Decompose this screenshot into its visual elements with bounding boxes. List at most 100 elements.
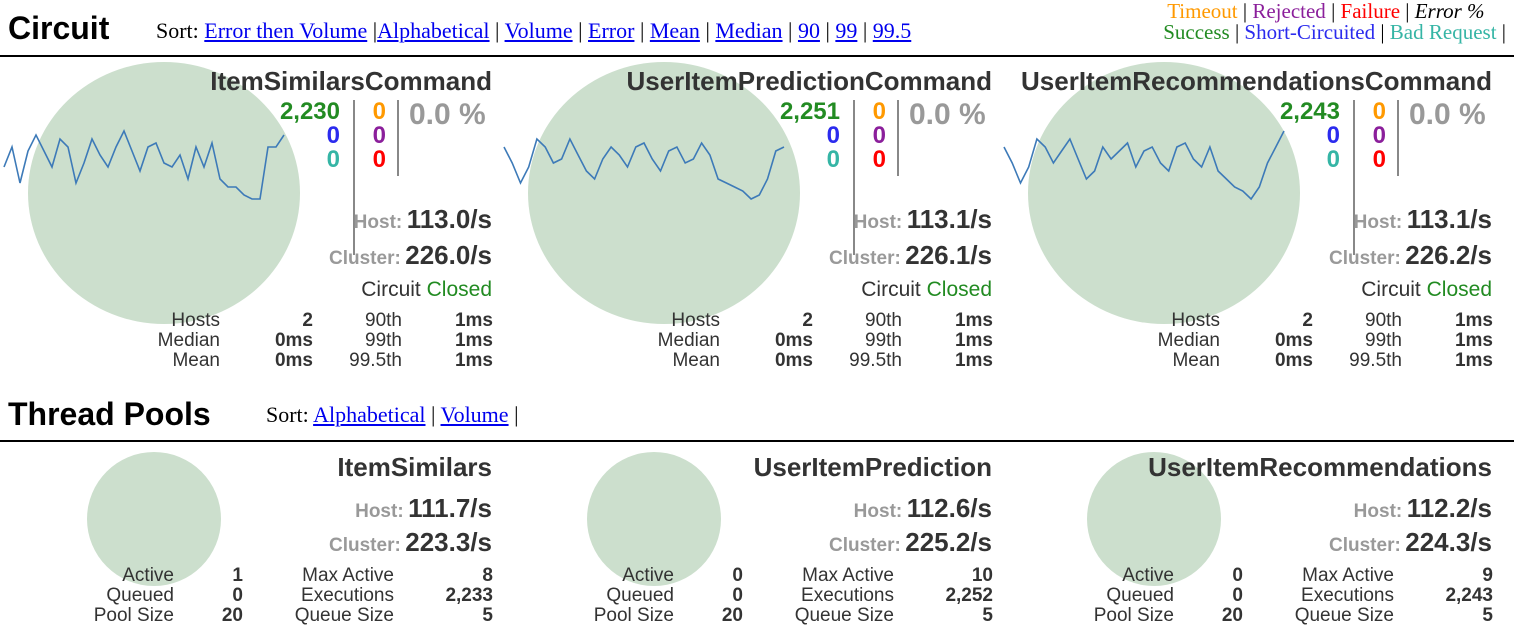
circuit-sort-bar: Sort: Error then Volume |Alphabetical | … [156, 20, 911, 42]
cluster-label: Cluster: [1329, 248, 1401, 269]
separator: | [1380, 20, 1385, 44]
queue-size-label: Queue Size [794, 605, 894, 626]
sort-alphabetical-link[interactable]: Alphabetical [377, 18, 489, 43]
cluster-label: Cluster: [1329, 535, 1401, 556]
cluster-label: Cluster: [829, 248, 901, 269]
success-short-bad-counts: 2,243 0 0 [1242, 100, 1340, 172]
pool-name: UserItemRecommendations [1148, 452, 1492, 482]
median-label: Median [1157, 330, 1220, 351]
queued-label: Queued [106, 585, 174, 606]
circuit-name: ItemSimilarsCommand [210, 66, 492, 96]
cluster-label: Cluster: [329, 535, 401, 556]
circuit-state: Closed [926, 278, 992, 301]
cluster-rate: Cluster: 226.1/s [829, 240, 992, 271]
p90-label: 90th [1365, 310, 1402, 331]
error-percentage: 0.0 % [909, 98, 986, 131]
max-active-label: Max Active [1302, 565, 1394, 586]
success-count: 2,243 [1279, 98, 1340, 125]
p99-label: 99th [365, 330, 402, 351]
p90-value: 1ms [454, 310, 493, 331]
hosts-value: 2 [802, 310, 813, 331]
sort-99-5-link[interactable]: 99.5 [873, 18, 912, 43]
host-rate: Host: 112.6/s [854, 493, 992, 524]
success-count: 2,251 [779, 98, 840, 125]
p90-value: 1ms [1454, 310, 1493, 331]
circuit-divider [0, 55, 1514, 57]
pool-size-value: 20 [721, 605, 743, 626]
p90-label: 90th [365, 310, 402, 331]
timeout-count: 0 [872, 98, 886, 125]
sort-error-then-volume-link[interactable]: Error then Volume [204, 18, 367, 43]
cluster-rate: Cluster: 224.3/s [1329, 527, 1492, 558]
circuit-legend: Timeout | Rejected | Failure | Error % S… [1163, 1, 1506, 43]
short-circuited-count: 0 [826, 122, 840, 149]
separator: | [705, 18, 710, 43]
active-value: 1 [232, 565, 243, 586]
legend-success: Success [1163, 20, 1230, 44]
host-label: Host: [1353, 501, 1403, 522]
count-divider [897, 100, 899, 176]
threadpool-divider [0, 440, 1514, 442]
bad-request-count: 0 [826, 146, 840, 173]
separator: | [788, 18, 793, 43]
separator: | [514, 402, 519, 427]
threadpool-section-title: Thread Pools [8, 396, 211, 432]
success-count: 2,230 [279, 98, 340, 125]
pool-name: UserItemPrediction [753, 452, 992, 482]
median-value: 0ms [774, 330, 813, 351]
queue-size-label: Queue Size [1294, 605, 1394, 626]
max-active-value: 8 [482, 565, 493, 586]
separator: | [825, 18, 830, 43]
success-short-bad-counts: 2,230 0 0 [242, 100, 340, 172]
mean-value: 0ms [274, 350, 313, 371]
short-circuited-count: 0 [326, 122, 340, 149]
separator: | [862, 18, 868, 43]
sort-error-link[interactable]: Error [588, 18, 634, 43]
host-rate: Host: 113.1/s [1354, 204, 1492, 235]
sort-label: Sort: [266, 402, 309, 427]
sort-99-link[interactable]: 99 [835, 18, 857, 43]
pool-sort-alphabetical-link[interactable]: Alphabetical [313, 402, 425, 427]
circuit-name: UserItemPredictionCommand [626, 66, 992, 96]
p99-5-label: 99.5th [349, 350, 402, 371]
sort-median-link[interactable]: Median [715, 18, 782, 43]
pool-sort-volume-link[interactable]: Volume [441, 402, 509, 427]
pool-stats: Active Queued Pool Size 1 0 20 Max Active Execu… [0, 566, 500, 628]
host-rate-value: 113.1/s [906, 204, 992, 234]
latency-stats: Hosts Median Mean 2 0ms 0ms 90th 99th 99.5th 1ms 1… [500, 311, 1000, 373]
threadpool-card: ItemSimilars Host: 111.7/s Cluster: 223.3/… [0, 443, 500, 641]
failure-count: 0 [872, 146, 886, 173]
circuit-card: UserItemRecommendationsCommand 2,243 0 0 0 0 0… [1000, 58, 1500, 378]
p99-5-value: 1ms [1454, 350, 1493, 371]
sort-volume-link[interactable]: Volume [505, 18, 573, 43]
max-active-value: 9 [1482, 565, 1493, 586]
timeout-count: 0 [372, 98, 386, 125]
cluster-rate-value: 226.1/s [905, 240, 992, 270]
bad-request-count: 0 [1326, 146, 1340, 173]
sort-mean-link[interactable]: Mean [650, 18, 700, 43]
pool-size-label: Pool Size [93, 605, 174, 626]
host-label: Host: [353, 212, 403, 233]
pool-size-value: 20 [1221, 605, 1243, 626]
pool-stats: Active Queued Pool Size 0 0 20 Max Active Execu… [1000, 566, 1500, 628]
median-value: 0ms [274, 330, 313, 351]
failure-count: 0 [372, 146, 386, 173]
cluster-rate: Cluster: 226.2/s [1329, 240, 1492, 271]
latency-stats: Hosts Median Mean 2 0ms 0ms 90th 99th 99.5th 1ms 1… [0, 311, 500, 373]
p99-value: 1ms [454, 330, 493, 351]
timeout-rejected-failure-counts: 000 [862, 100, 886, 172]
failure-count: 0 [1372, 146, 1386, 173]
executions-value: 2,252 [945, 585, 993, 606]
queued-value: 0 [1232, 585, 1243, 606]
short-circuited-count: 0 [1326, 122, 1340, 149]
p90-value: 1ms [954, 310, 993, 331]
legend-short-circuited: Short-Circuited [1244, 20, 1376, 44]
circuit-label: Circuit [861, 278, 921, 301]
host-label: Host: [853, 212, 903, 233]
threadpool-card: UserItemRecommendations Host: 112.2/s Clus… [1000, 443, 1500, 641]
sort-90-link[interactable]: 90 [798, 18, 820, 43]
median-label: Median [157, 330, 220, 351]
legend-bad-request: Bad Request [1389, 20, 1497, 44]
bad-request-count: 0 [326, 146, 340, 173]
host-label: Host: [1353, 212, 1403, 233]
